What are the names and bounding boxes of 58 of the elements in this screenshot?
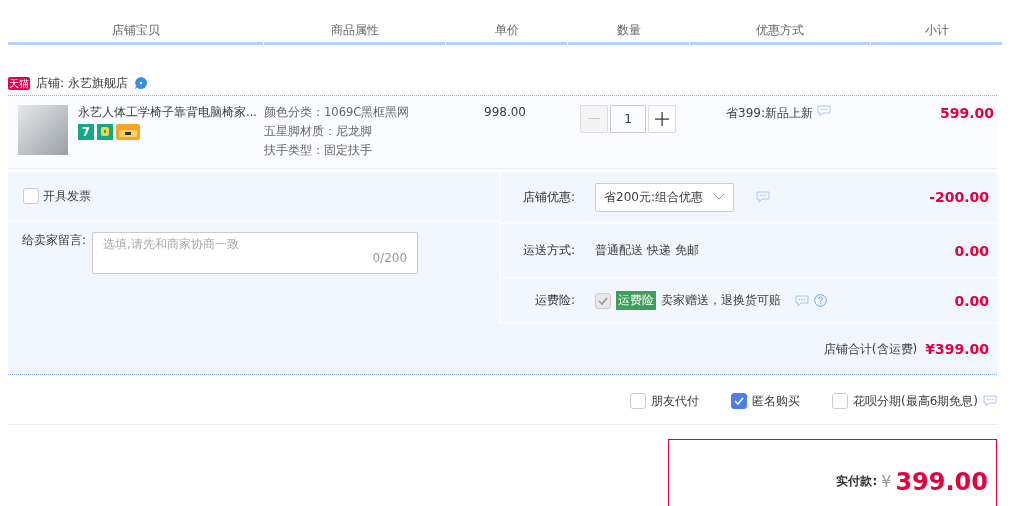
minus-icon: [588, 118, 600, 120]
currency-symbol: ¥: [881, 472, 892, 491]
photo-placeholder[interactable]: [18, 105, 68, 155]
increase-button[interactable]: [648, 105, 676, 133]
invoice-checkbox[interactable]: [23, 188, 39, 204]
column-header: 小计: [871, 22, 1002, 45]
check-icon: [598, 296, 608, 305]
column-header: 单价: [446, 22, 567, 45]
payment-amount: 399.00: [895, 467, 988, 496]
option-checkbox[interactable]: [731, 393, 747, 409]
chat-icon[interactable]: [983, 395, 997, 407]
discount-select[interactable]: 省200元:组合优惠: [595, 182, 734, 212]
insurance-checkbox[interactable]: [595, 292, 611, 309]
character-counter: 0/200: [372, 251, 408, 265]
decrease-button[interactable]: [580, 105, 608, 133]
column-header: 店铺宝贝: [8, 22, 263, 45]
row-amount: 0.00: [954, 242, 989, 259]
product-attribute: 颜色分类：1069C黑框黑网: [264, 105, 411, 120]
option-label[interactable]: 匿名购买: [752, 392, 800, 410]
row-label: 运费险:: [533, 292, 576, 309]
option-label[interactable]: 花呗分期(最高6期免息): [853, 392, 978, 410]
option-checkbox[interactable]: [630, 393, 646, 409]
chat-bubble-icon[interactable]: [133, 76, 148, 90]
product-title[interactable]: 永艺人体工学椅子靠背电脑椅家...: [78, 105, 257, 120]
chat-icon[interactable]: [755, 191, 770, 203]
quantity-field[interactable]: 1: [610, 105, 646, 133]
product-attribute: 五星脚材质：尼龙脚: [264, 124, 373, 139]
insurance-text: 卖家赠送，退换货可赔: [661, 292, 781, 309]
row-amount: 0.00: [954, 292, 989, 309]
promotion-text: 省399:新品上新: [726, 105, 813, 122]
store-logo: 天猫: [8, 76, 30, 90]
product-attribute: 扶手类型：固定扶手: [264, 143, 373, 158]
invoice-label: 开具发票: [43, 187, 91, 205]
chevron-down-icon: [712, 193, 725, 201]
insurance-tag: 运费险: [616, 291, 656, 310]
seven-day-badge: 7: [78, 124, 94, 140]
shipping-method: 普通配送 快递 免邮: [595, 242, 699, 259]
column-header: 商品属性: [264, 22, 445, 45]
store-total-amount: ¥399.00: [925, 341, 989, 357]
unit-price: 998.00: [484, 105, 526, 119]
check-icon: [734, 397, 744, 405]
row-label: 运送方式:: [521, 242, 576, 259]
message-input[interactable]: 选填,请先和商家协商一致: [103, 237, 408, 251]
column-header: 优惠方式: [690, 22, 870, 45]
store-name[interactable]: 店铺: 永艺旗舰店: [36, 74, 128, 92]
message-label: 给卖家留言:: [22, 232, 87, 249]
column-header: 数量: [568, 22, 689, 45]
subtotal: 599.00: [939, 105, 994, 121]
chat-icon[interactable]: [816, 105, 831, 117]
chat-icon[interactable]: [795, 294, 809, 307]
help-icon[interactable]: [814, 294, 827, 307]
row-amount: -200.00: [929, 189, 989, 205]
payment-label: 实付款:: [836, 473, 878, 490]
row-label: 店铺优惠:: [521, 188, 576, 206]
option-label[interactable]: 朋友代付: [651, 392, 699, 410]
option-checkbox[interactable]: [832, 393, 848, 409]
plus-icon: [655, 112, 669, 126]
store-total-label: 店铺合计(含运费): [823, 340, 918, 358]
